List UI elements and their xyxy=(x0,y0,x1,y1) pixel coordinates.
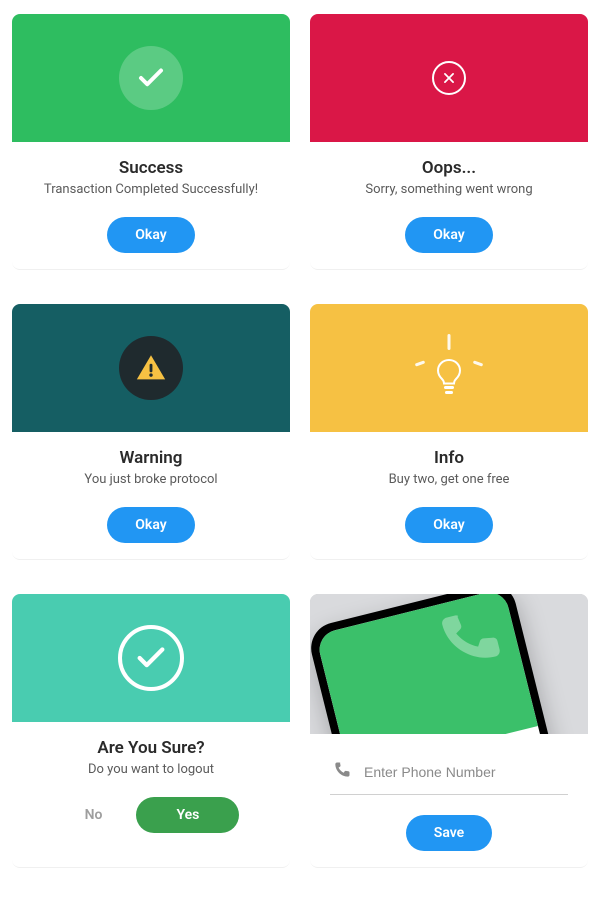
success-dialog: Success Transaction Completed Successful… xyxy=(12,14,290,270)
confirm-subtitle: Do you want to logout xyxy=(22,762,280,777)
phone-save-button[interactable]: Save xyxy=(406,815,492,851)
info-body: Info Buy two, get one free Okay xyxy=(310,432,588,543)
info-ok-button[interactable]: Okay xyxy=(405,507,492,543)
phone-input-row xyxy=(330,754,568,795)
confirm-title: Are You Sure? xyxy=(22,738,280,758)
warning-title: Warning xyxy=(22,448,280,468)
info-title: Info xyxy=(320,448,578,468)
phone-input-header: Your Number Enter your phone number to c… xyxy=(310,594,588,734)
success-title: Success xyxy=(22,158,280,178)
confirm-yes-button[interactable]: Yes xyxy=(136,797,239,833)
phone-icon xyxy=(332,760,352,784)
phone-input-dialog: Your Number Enter your phone number to c… xyxy=(310,594,588,868)
error-title: Oops... xyxy=(320,158,578,178)
lightbulb-icon xyxy=(429,338,469,398)
check-icon xyxy=(119,46,183,110)
info-subtitle: Buy two, get one free xyxy=(320,472,578,487)
success-subtitle: Transaction Completed Successfully! xyxy=(22,182,280,197)
success-header xyxy=(12,14,290,142)
close-icon xyxy=(432,61,466,95)
info-header xyxy=(310,304,588,432)
phone-number-input[interactable] xyxy=(364,764,566,780)
phone-input-body: Save xyxy=(310,734,588,851)
error-body: Oops... Sorry, something went wrong Okay xyxy=(310,142,588,253)
warning-body: Warning You just broke protocol Okay xyxy=(12,432,290,543)
dialogs-grid: Success Transaction Completed Successful… xyxy=(12,14,588,868)
warning-triangle-icon xyxy=(119,336,183,400)
confirm-no-button[interactable]: No xyxy=(63,797,125,833)
info-dialog: Info Buy two, get one free Okay xyxy=(310,304,588,560)
success-ok-button[interactable]: Okay xyxy=(107,217,194,253)
error-subtitle: Sorry, something went wrong xyxy=(320,182,578,197)
error-dialog: Oops... Sorry, something went wrong Okay xyxy=(310,14,588,270)
warning-subtitle: You just broke protocol xyxy=(22,472,280,487)
confirm-dialog: Are You Sure? Do you want to logout No Y… xyxy=(12,594,290,868)
warning-header xyxy=(12,304,290,432)
error-header xyxy=(310,14,588,142)
confirm-body: Are You Sure? Do you want to logout No Y… xyxy=(12,722,290,833)
confirm-header xyxy=(12,594,290,722)
check-outline-icon xyxy=(118,625,184,691)
phone-mockup: Your Number Enter your phone number to c… xyxy=(310,594,588,734)
error-ok-button[interactable]: Okay xyxy=(405,217,492,253)
warning-dialog: Warning You just broke protocol Okay xyxy=(12,304,290,560)
success-body: Success Transaction Completed Successful… xyxy=(12,142,290,253)
warning-ok-button[interactable]: Okay xyxy=(107,507,194,543)
